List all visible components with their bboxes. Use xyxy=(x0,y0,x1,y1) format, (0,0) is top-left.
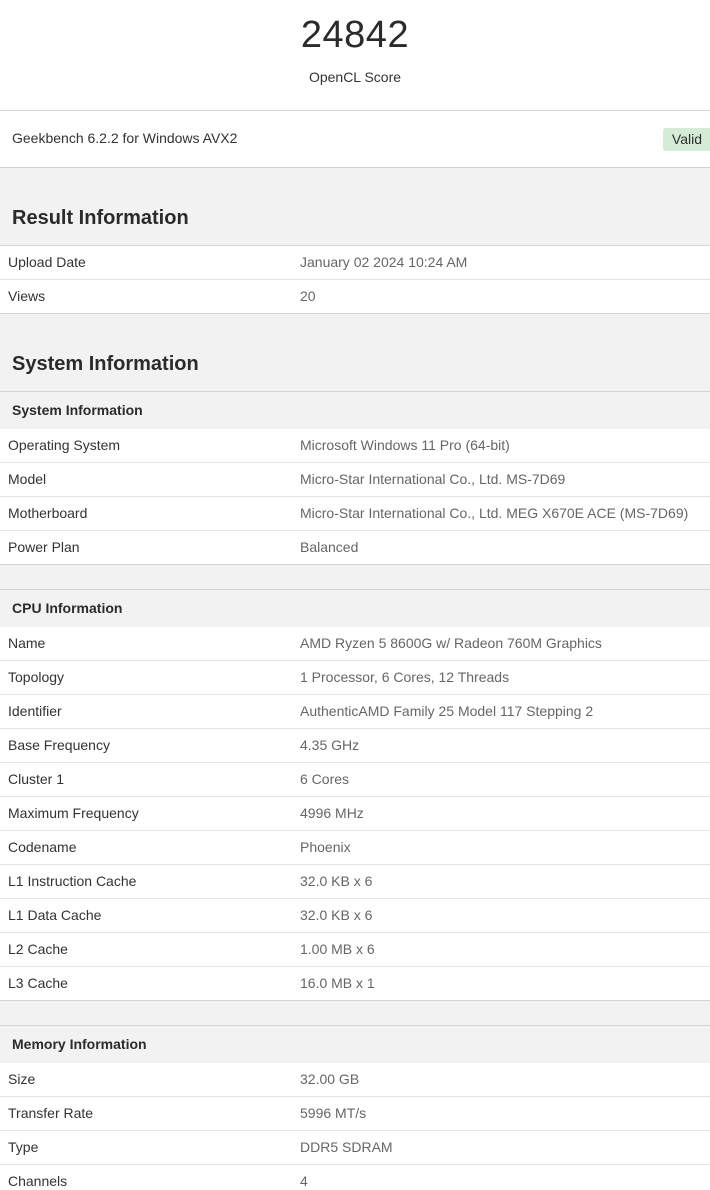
table-row: Size 32.00 GB xyxy=(0,1063,710,1096)
row-value: 4996 MHz xyxy=(300,805,364,821)
table-row: Power Plan Balanced xyxy=(0,530,710,564)
row-label: Model xyxy=(8,471,47,487)
table-row: Name AMD Ryzen 5 8600G w/ Radeon 760M Gr… xyxy=(0,627,710,660)
row-value: 32.0 KB x 6 xyxy=(300,907,373,923)
row-label: Size xyxy=(8,1071,36,1087)
row-value: Microsoft Windows 11 Pro (64-bit) xyxy=(300,437,510,453)
row-label: Cluster 1 xyxy=(8,771,65,787)
row-label: Channels xyxy=(8,1173,68,1189)
row-value: January 02 2024 10:24 AM xyxy=(300,254,468,270)
benchmark-result-page: 24842 OpenCL Score Geekbench 6.2.2 for W… xyxy=(0,0,710,1190)
cpu-information-subheader: CPU Information xyxy=(0,590,710,627)
row-label: Views xyxy=(8,288,46,304)
row-label: L1 Instruction Cache xyxy=(8,873,137,889)
valid-status-badge: Valid xyxy=(662,128,710,151)
system-information-subheader: System Information xyxy=(0,392,710,429)
table-row: L3 Cache 16.0 MB x 1 xyxy=(0,966,710,1000)
table-row: Base Frequency 4.35 GHz xyxy=(0,728,710,762)
row-label: L2 Cache xyxy=(8,941,68,957)
row-label: Transfer Rate xyxy=(8,1105,94,1121)
memory-information-subheader: Memory Information xyxy=(0,1026,710,1063)
row-value: 4 xyxy=(300,1173,308,1189)
table-row: Motherboard Micro-Star International Co.… xyxy=(0,496,710,530)
row-label: Maximum Frequency xyxy=(8,805,139,821)
row-value: 32.00 GB xyxy=(300,1071,360,1087)
row-label: Motherboard xyxy=(8,505,88,521)
result-information-heading: Result Information xyxy=(12,207,189,229)
row-label: Upload Date xyxy=(8,254,86,270)
row-label: Operating System xyxy=(8,437,121,453)
table-row: Operating System Microsoft Windows 11 Pr… xyxy=(0,429,710,462)
table-row: Transfer Rate 5996 MT/s xyxy=(0,1096,710,1130)
row-label: Topology xyxy=(8,669,65,685)
cpu-information-table: CPU Information Name AMD Ryzen 5 8600G w… xyxy=(0,589,710,1001)
row-label: L1 Data Cache xyxy=(8,907,102,923)
table-row: Cluster 1 6 Cores xyxy=(0,762,710,796)
system-information-heading: System Information xyxy=(12,353,199,375)
row-value: DDR5 SDRAM xyxy=(300,1139,393,1155)
row-value: Balanced xyxy=(300,539,359,555)
row-value: 1 Processor, 6 Cores, 12 Threads xyxy=(300,669,510,685)
row-label: Type xyxy=(8,1139,39,1155)
row-value: Micro-Star International Co., Ltd. MS-7D… xyxy=(300,471,566,487)
opencl-score-label: OpenCL Score xyxy=(308,69,402,85)
row-value: Micro-Star International Co., Ltd. MEG X… xyxy=(300,505,689,521)
opencl-score-value: 24842 xyxy=(300,14,410,56)
result-information-table: Upload Date January 02 2024 10:24 AM Vie… xyxy=(0,245,710,314)
row-value: 4.35 GHz xyxy=(300,737,360,753)
system-information-table: System Information Operating System Micr… xyxy=(0,391,710,565)
row-value: 6 Cores xyxy=(300,771,350,787)
row-value: AMD Ryzen 5 8600G w/ Radeon 760M Graphic… xyxy=(300,635,602,651)
row-value: Phoenix xyxy=(300,839,351,855)
row-label: Base Frequency xyxy=(8,737,110,753)
row-label: Power Plan xyxy=(8,539,80,555)
table-row: L1 Data Cache 32.0 KB x 6 xyxy=(0,898,710,932)
row-label: Codename xyxy=(8,839,77,855)
table-row: Codename Phoenix xyxy=(0,830,710,864)
version-bar: Geekbench 6.2.2 for Windows AVX2 Valid xyxy=(0,111,710,168)
score-card: 24842 OpenCL Score xyxy=(0,0,710,111)
row-value: 32.0 KB x 6 xyxy=(300,873,373,889)
memory-information-table: Memory Information Size 32.00 GB Transfe… xyxy=(0,1025,710,1190)
row-value: AuthenticAMD Family 25 Model 117 Steppin… xyxy=(300,703,594,719)
row-value: 20 xyxy=(300,288,316,304)
table-row: Type DDR5 SDRAM xyxy=(0,1130,710,1164)
table-row: L2 Cache 1.00 MB x 6 xyxy=(0,932,710,966)
table-row: Maximum Frequency 4996 MHz xyxy=(0,796,710,830)
table-row: Views 20 xyxy=(0,279,710,313)
row-label: Identifier xyxy=(8,703,62,719)
table-row: Upload Date January 02 2024 10:24 AM xyxy=(0,246,710,279)
table-row: Model Micro-Star International Co., Ltd.… xyxy=(0,462,710,496)
table-row: Topology 1 Processor, 6 Cores, 12 Thread… xyxy=(0,660,710,694)
table-row: L1 Instruction Cache 32.0 KB x 6 xyxy=(0,864,710,898)
row-label: L3 Cache xyxy=(8,975,68,991)
geekbench-version: Geekbench 6.2.2 for Windows AVX2 xyxy=(12,130,238,146)
row-value: 16.0 MB x 1 xyxy=(300,975,375,991)
table-row: Channels 4 xyxy=(0,1164,710,1190)
row-value: 1.00 MB x 6 xyxy=(300,941,375,957)
row-label: Name xyxy=(8,635,46,651)
table-row: Identifier AuthenticAMD Family 25 Model … xyxy=(0,694,710,728)
row-value: 5996 MT/s xyxy=(300,1105,367,1121)
